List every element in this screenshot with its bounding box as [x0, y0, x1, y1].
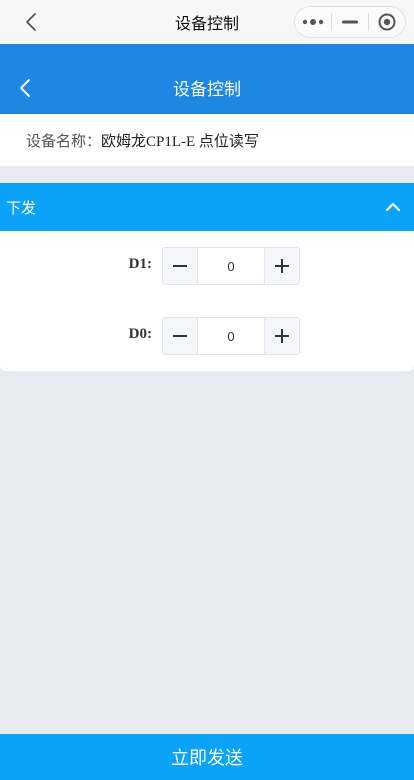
- d1-label: D1:: [128, 256, 152, 272]
- d1-value-input[interactable]: [198, 248, 264, 284]
- issue-panel-header[interactable]: 下发: [0, 183, 414, 231]
- d0-decrement-button[interactable]: [163, 318, 198, 354]
- system-nav-title: 设备控制: [174, 14, 239, 33]
- more-button[interactable]: [295, 7, 331, 37]
- close-target-icon: [378, 13, 396, 31]
- minimize-icon: [342, 20, 358, 24]
- chevron-left-icon: [26, 13, 36, 31]
- d0-value-input[interactable]: [198, 318, 264, 354]
- issue-panel: 下发 D1: D0:: [0, 183, 414, 371]
- system-nav-bar: 设备控制: [0, 0, 414, 44]
- minus-icon: [173, 335, 187, 337]
- capsule-menu: [294, 6, 406, 38]
- minus-icon: [173, 265, 187, 267]
- system-back-button[interactable]: [20, 11, 42, 33]
- d0-label: D0:: [128, 326, 152, 342]
- d1-stepper: [162, 247, 300, 285]
- chevron-up-icon: [384, 198, 402, 216]
- page-title: 设备控制: [173, 80, 241, 100]
- d1-increment-button[interactable]: [264, 248, 299, 284]
- device-name-label: 设备名称：: [26, 131, 102, 150]
- minimize-button[interactable]: [332, 7, 368, 37]
- more-dots-icon: [302, 19, 324, 25]
- issue-panel-title: 下发: [6, 198, 37, 217]
- plus-icon: [275, 329, 289, 343]
- d1-control-row: D1:: [0, 247, 414, 285]
- close-miniprogram-button[interactable]: [369, 7, 405, 37]
- d0-control-row: D0:: [0, 317, 414, 355]
- send-now-button[interactable]: 立即发送: [0, 734, 414, 780]
- d1-decrement-button[interactable]: [163, 248, 198, 284]
- device-name-row: 设备名称： 欧姆龙CP1L-E 点位读写: [0, 114, 414, 166]
- device-name-value: 欧姆龙CP1L-E 点位读写: [101, 133, 259, 150]
- d0-stepper: [162, 317, 300, 355]
- d0-increment-button[interactable]: [264, 318, 299, 354]
- plus-icon: [275, 259, 289, 273]
